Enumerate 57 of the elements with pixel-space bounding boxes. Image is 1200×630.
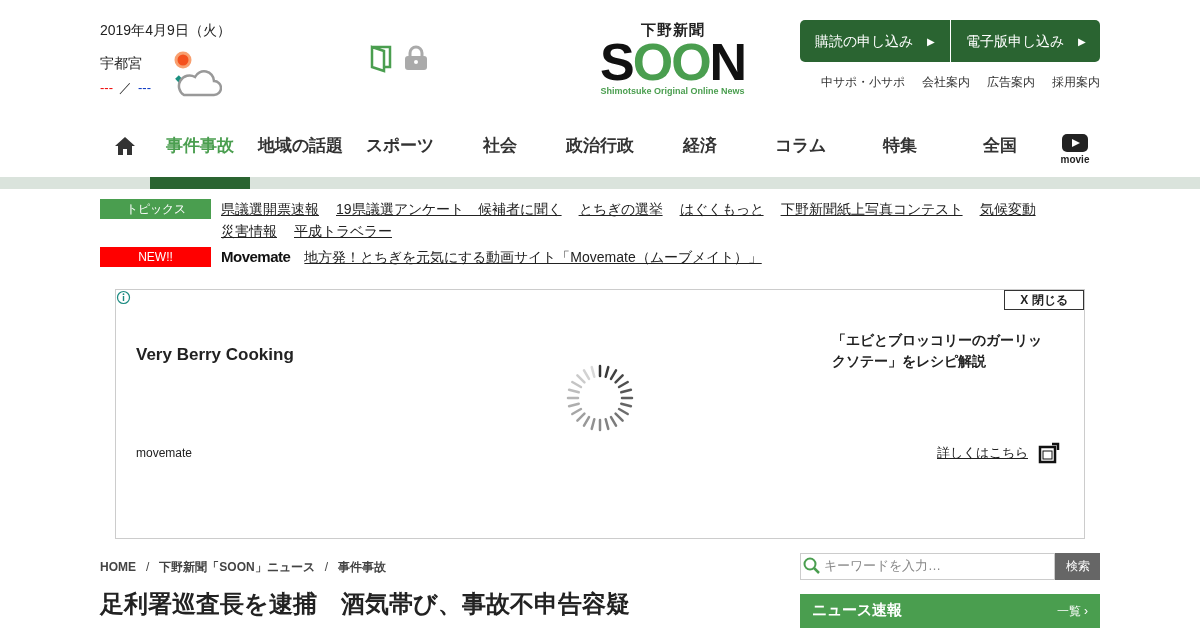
new-label: NEW!!	[100, 247, 211, 268]
ad-caption: 「エビとブロッコリーのガーリックソテー」をレシピ解説	[832, 330, 1043, 371]
breadcrumb-separator: /	[146, 558, 150, 576]
temperature-separator: ／	[119, 79, 132, 97]
header-link[interactable]: 会社案内	[922, 73, 970, 91]
ad-title: Very Berry Cooking	[136, 343, 294, 366]
topic-link[interactable]: 平成トラベラー	[294, 220, 392, 242]
logo-wordmark: SOON	[600, 37, 746, 87]
subscribe-button[interactable]: 購読の申し込み ▶	[800, 20, 950, 62]
header-link[interactable]: 中サポ・小サポ	[821, 73, 905, 91]
search-button[interactable]: 検索	[1055, 552, 1100, 580]
high-temperature: ---	[100, 79, 113, 97]
nav-tab[interactable]: スポーツ	[350, 115, 450, 177]
city-text: 宇都宮	[100, 54, 143, 73]
article-headline: 足利署巡査長を逮捕 酒気帯び、事故不申告容疑	[100, 589, 631, 619]
topic-link[interactable]: 災害情報	[221, 220, 277, 242]
logo-kanji: 下野新聞	[640, 22, 705, 37]
nav-tab[interactable]: 地域の話題	[250, 115, 350, 177]
topic-link[interactable]: 19県議選アンケート 候補者に聞く	[336, 198, 562, 220]
breadcrumb-separator: /	[324, 558, 329, 576]
search-field[interactable]: キーワードを入力…	[800, 552, 1055, 580]
nav-tab[interactable]: 経済	[650, 115, 750, 177]
low-temperature: ---	[138, 79, 151, 97]
nav-tab[interactable]: 全国	[950, 115, 1050, 177]
book-icon	[370, 45, 392, 73]
movie-tab[interactable]: movie	[1050, 115, 1100, 177]
nav-tab[interactable]: コラム	[750, 115, 850, 177]
topic-link[interactable]: 県議選開票速報	[221, 198, 319, 220]
topics-label: トピックス	[100, 199, 211, 219]
lock-icon	[404, 45, 428, 71]
more-link[interactable]: 詳しくはこちら	[937, 442, 1028, 463]
nav-tab[interactable]: 政治行政	[550, 115, 650, 177]
search-icon	[803, 556, 821, 575]
external-window-icon	[1038, 441, 1060, 464]
topic-link[interactable]: はぐくもっと	[679, 198, 764, 220]
home-icon	[114, 136, 136, 156]
info-icon	[116, 289, 131, 305]
breadcrumb-link[interactable]: 下野新聞「SOON」ニュース	[159, 557, 315, 576]
news-title: ニュース速報	[812, 600, 902, 621]
breadcrumb-link[interactable]: 事件事故	[338, 557, 387, 576]
topic-link[interactable]: とちぎの選挙	[578, 198, 663, 220]
nav-tab[interactable]: 社会	[450, 115, 550, 177]
play-icon	[1062, 133, 1088, 152]
ad-source: movemate	[136, 444, 193, 462]
movemate-link[interactable]: 地方発！とちぎを元気にする動画サイト「Movemate（ムーブメイト）」	[304, 246, 762, 268]
movemate-logo: Movemate	[221, 247, 291, 267]
header-link[interactable]: 採用案内	[1052, 73, 1100, 91]
loading-spinner-icon	[566, 363, 634, 432]
header-link[interactable]: 広告案内	[987, 73, 1035, 91]
date-text: 2019年4月9日（火）	[100, 21, 232, 40]
logo-tagline: Shimotsuke Original Online News	[600, 87, 745, 96]
breadcrumb-link[interactable]: HOME	[100, 557, 136, 576]
subscribe-button[interactable]: 電子版申し込み ▶	[950, 20, 1100, 62]
topic-link[interactable]: 下野新聞紙上写真コンテスト	[780, 198, 963, 220]
topic-link[interactable]: 気候変動	[979, 198, 1036, 220]
nav-tab[interactable]: 特集	[850, 115, 950, 177]
close-ad-button[interactable]: X 閉じる	[1004, 289, 1084, 310]
